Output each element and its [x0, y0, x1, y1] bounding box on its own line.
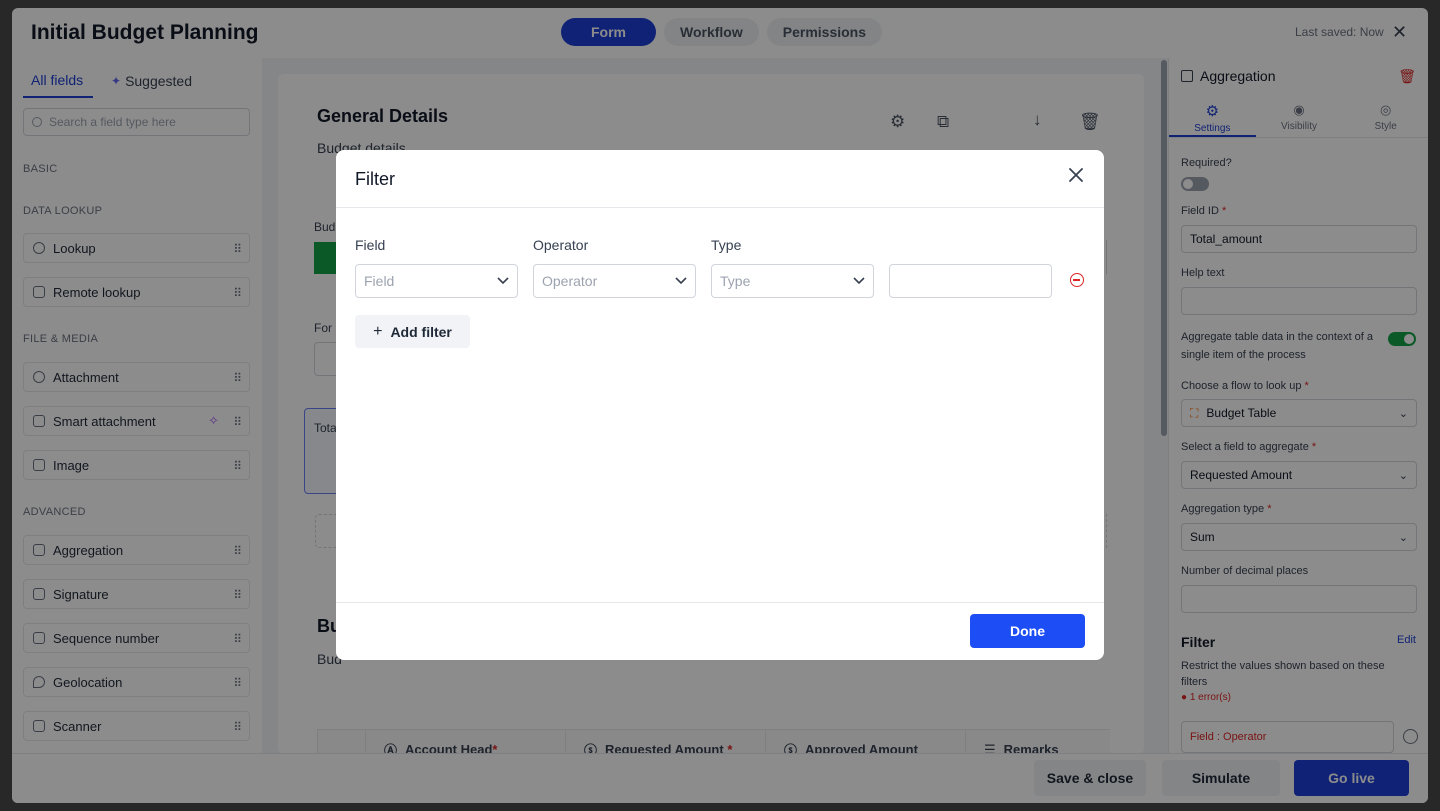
field-select-placeholder: Field — [364, 273, 395, 289]
filter-value-input[interactable] — [889, 264, 1052, 298]
operator-column-label: Operator — [533, 237, 589, 253]
filter-dialog: Filter Field Operator Type Field Operato… — [336, 150, 1104, 660]
add-filter-button[interactable]: + Add filter — [355, 315, 470, 348]
operator-select-placeholder: Operator — [542, 273, 598, 289]
remove-filter-row-icon[interactable] — [1070, 273, 1084, 287]
type-select-placeholder: Type — [720, 273, 751, 289]
filter-operator-select[interactable]: Operator — [533, 264, 696, 298]
plus-icon: + — [373, 322, 383, 340]
type-column-label: Type — [711, 237, 742, 253]
field-column-label: Field — [355, 237, 386, 253]
chevron-down-icon — [853, 277, 865, 285]
dialog-title: Filter — [355, 169, 395, 189]
add-filter-label: Add filter — [390, 323, 452, 340]
dialog-header: Filter — [336, 150, 1104, 208]
chevron-down-icon — [675, 277, 687, 285]
chevron-down-icon — [497, 277, 509, 285]
filter-field-select[interactable]: Field — [355, 264, 518, 298]
filter-type-select[interactable]: Type — [711, 264, 874, 298]
close-icon[interactable] — [1067, 166, 1085, 184]
done-button[interactable]: Done — [970, 614, 1085, 648]
